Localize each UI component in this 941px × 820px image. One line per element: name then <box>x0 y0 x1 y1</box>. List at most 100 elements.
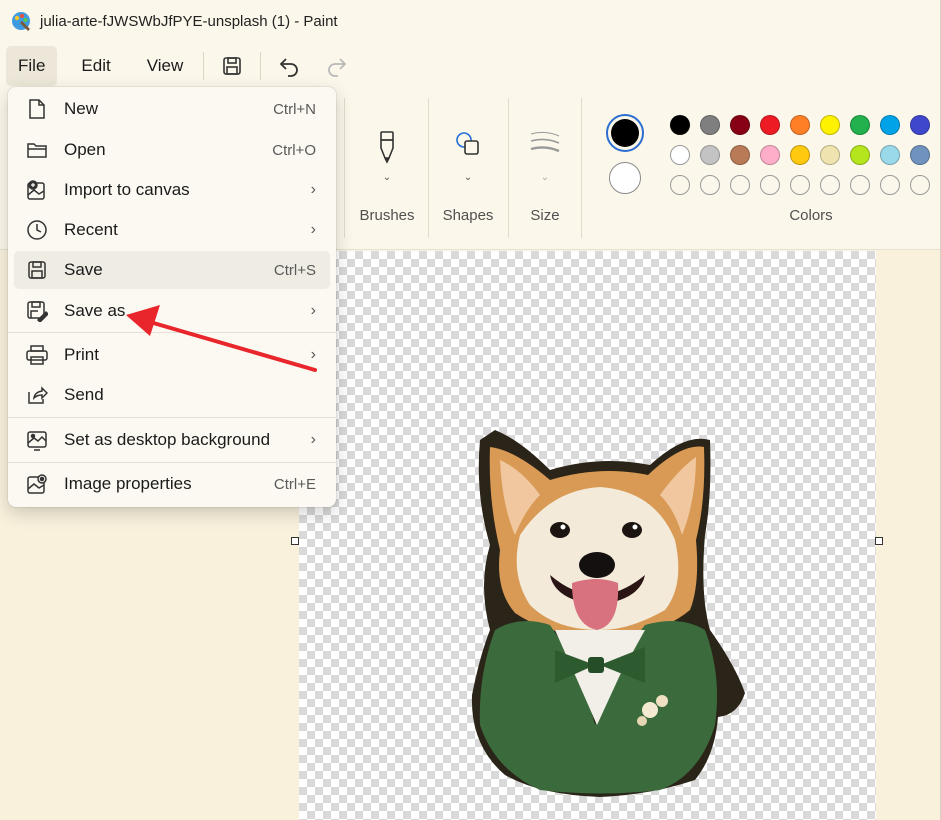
image-properties-icon <box>26 473 48 495</box>
color-swatch[interactable] <box>910 115 930 135</box>
color-swatch[interactable] <box>790 145 810 165</box>
menu-item-label: Recent <box>64 220 118 239</box>
size-icon <box>530 131 560 153</box>
menu-item-set-as-desktop-background[interactable]: Set as desktop background › <box>14 421 330 459</box>
menu-bar: File Edit View <box>0 42 941 90</box>
menu-file[interactable]: File <box>6 46 58 86</box>
custom-color-slot[interactable] <box>670 175 690 195</box>
custom-color-slot[interactable] <box>790 175 810 195</box>
menu-item-label: Image properties <box>64 474 192 493</box>
color-swatch[interactable] <box>760 115 780 135</box>
quick-save-button[interactable] <box>214 48 250 84</box>
shapes-group[interactable]: ⌄ Shapes <box>429 96 507 244</box>
menu-item-save-as[interactable]: Save as › <box>14 292 330 330</box>
chevron-right-icon: › <box>310 302 316 319</box>
size-label: Size <box>530 207 560 224</box>
new-file-icon <box>26 98 48 120</box>
color-swatch[interactable] <box>850 145 870 165</box>
save-icon <box>26 259 48 281</box>
file-menu-dropdown: New Ctrl+N Open Ctrl+O Import to canvas … <box>8 87 336 507</box>
menu-item-new[interactable]: New Ctrl+N <box>14 90 330 128</box>
chevron-right-icon: › <box>310 181 316 198</box>
color-swatch[interactable] <box>700 115 720 135</box>
shapes-label: Shapes <box>442 207 494 224</box>
color-swatch[interactable] <box>760 145 780 165</box>
menu-item-label: Open <box>64 140 106 159</box>
menu-item-label: Save <box>64 260 103 279</box>
color-swatch[interactable] <box>730 115 750 135</box>
menu-item-label: Set as desktop background <box>64 430 271 449</box>
resize-handle[interactable] <box>875 537 883 545</box>
color-swatch[interactable] <box>880 145 900 165</box>
ribbon-separator <box>344 98 345 238</box>
chevron-down-icon: ⌄ <box>540 172 550 183</box>
menu-item-print[interactable]: Print › <box>14 336 330 374</box>
menu-item-save[interactable]: Save Ctrl+S <box>14 251 330 289</box>
menu-separator <box>203 52 205 80</box>
secondary-color[interactable] <box>609 162 641 194</box>
menu-item-import-to-canvas[interactable]: Import to canvas › <box>14 171 330 209</box>
custom-color-slot[interactable] <box>910 175 930 195</box>
size-group[interactable]: ⌄ Size <box>509 96 581 244</box>
colors-label: Colors <box>789 207 833 224</box>
resize-handle[interactable] <box>291 537 299 545</box>
menu-item-shortcut: Ctrl+E <box>273 475 316 493</box>
color-swatch[interactable] <box>730 145 750 165</box>
chevron-right-icon: › <box>310 346 316 363</box>
redo-button[interactable] <box>319 48 355 84</box>
custom-color-slot[interactable] <box>850 175 870 195</box>
color-swatch[interactable] <box>820 145 840 165</box>
undo-button[interactable] <box>271 48 307 84</box>
save-as-icon <box>26 300 48 322</box>
import-image-icon <box>26 179 48 201</box>
custom-color-slot[interactable] <box>880 175 900 195</box>
desktop-background-icon <box>26 429 48 451</box>
color-swatch[interactable] <box>880 115 900 135</box>
undo-icon <box>279 58 299 77</box>
corgi-image <box>471 430 745 797</box>
menu-item-label: New <box>64 99 99 118</box>
menu-edit[interactable]: Edit <box>69 46 122 86</box>
custom-color-slot[interactable] <box>760 175 780 195</box>
brush-icon <box>380 131 394 164</box>
share-icon <box>26 384 48 406</box>
custom-color-slot[interactable] <box>700 175 720 195</box>
menu-item-label: Print <box>64 345 99 364</box>
color-swatch[interactable] <box>670 145 690 165</box>
chevron-down-icon: ⌄ <box>463 172 473 183</box>
primary-color[interactable] <box>606 114 644 152</box>
clock-icon <box>26 219 48 241</box>
menu-item-recent[interactable]: Recent › <box>14 211 330 249</box>
menu-item-image-properties[interactable]: Image properties Ctrl+E <box>14 465 330 503</box>
brushes-group[interactable]: ⌄ Brushes <box>346 96 428 244</box>
menu-item-send[interactable]: Send <box>14 376 330 414</box>
color-swatch[interactable] <box>850 115 870 135</box>
menu-item-label: Save as <box>64 301 126 320</box>
color-swatch[interactable] <box>910 145 930 165</box>
window-title: julia-arte-fJWSWbJfPYE-unsplash (1) - Pa… <box>40 12 338 30</box>
color-swatch[interactable] <box>670 115 690 135</box>
custom-color-slot[interactable] <box>820 175 840 195</box>
menu-separator <box>260 52 262 80</box>
chevron-right-icon: › <box>310 431 316 448</box>
menu-separator <box>8 462 336 463</box>
folder-icon <box>26 139 48 161</box>
custom-color-slot[interactable] <box>730 175 750 195</box>
menu-item-shortcut: Ctrl+S <box>273 261 316 279</box>
menu-item-shortcut: Ctrl+N <box>273 100 316 118</box>
menu-item-label: Send <box>64 385 104 404</box>
menu-item-shortcut: Ctrl+O <box>272 141 316 159</box>
color-swatch[interactable] <box>820 115 840 135</box>
save-icon <box>223 57 242 75</box>
color-swatch[interactable] <box>700 145 720 165</box>
menu-separator <box>8 417 336 418</box>
paint-app-icon <box>12 12 30 31</box>
menu-view[interactable]: View <box>135 46 196 86</box>
chevron-right-icon: › <box>310 221 316 238</box>
shapes-icon <box>456 132 479 155</box>
menu-item-open[interactable]: Open Ctrl+O <box>14 131 330 169</box>
title-bar: julia-arte-fJWSWbJfPYE-unsplash (1) - Pa… <box>0 0 941 42</box>
brushes-label: Brushes <box>359 207 415 224</box>
printer-icon <box>26 344 48 366</box>
color-swatch[interactable] <box>790 115 810 135</box>
